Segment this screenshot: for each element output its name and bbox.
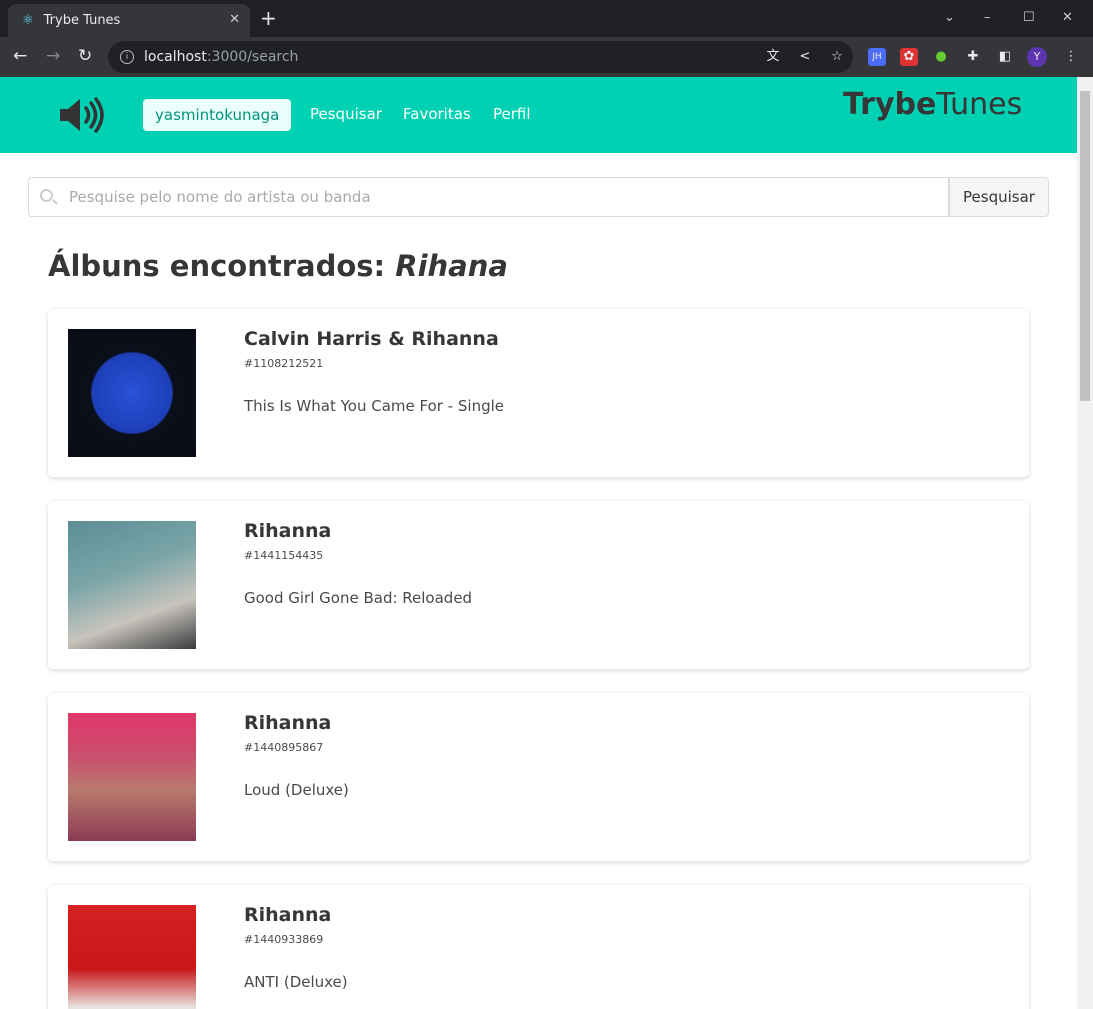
- album-id: #1108212521: [244, 357, 324, 370]
- album-id: #1440895867: [244, 741, 324, 754]
- album-title: Good Girl Gone Bad: Reloaded: [244, 589, 473, 607]
- album-id: #1440933869: [244, 933, 324, 946]
- scrollbar[interactable]: [1077, 77, 1093, 1009]
- search-button[interactable]: Pesquisar: [949, 177, 1049, 217]
- album-artist: Rihanna: [244, 520, 332, 542]
- close-tab-icon[interactable]: ✕: [229, 12, 240, 27]
- frog-extension-icon[interactable]: ●: [932, 48, 950, 66]
- browser-toolbar: ← → ↻ i localhost:3000/search 文 < ☆ JH ✿…: [0, 37, 1093, 77]
- results-heading: Álbuns encontrados: Rihana: [48, 249, 508, 283]
- search-query: Rihana: [395, 249, 508, 283]
- address-bar[interactable]: i localhost:3000/search 文 < ☆: [108, 41, 853, 73]
- maximize-icon[interactable]: ☐: [1023, 10, 1035, 25]
- minimize-icon[interactable]: –: [984, 10, 991, 25]
- reload-icon[interactable]: ↻: [78, 46, 92, 66]
- album-cover: [68, 905, 196, 1009]
- jh-extension-icon[interactable]: JH: [868, 48, 886, 66]
- nav-link-profile[interactable]: Perfil: [493, 105, 531, 123]
- page: yasmintokunaga Pesquisar Favoritas Perfi…: [0, 77, 1077, 1009]
- new-tab-icon[interactable]: +: [260, 6, 277, 30]
- react-icon: ⚛: [22, 13, 34, 28]
- logo-light: Tunes: [936, 87, 1023, 122]
- search-icon: [40, 189, 53, 202]
- bookmark-star-icon[interactable]: ☆: [828, 48, 846, 66]
- tab-search-icon[interactable]: ⌄: [944, 10, 955, 25]
- app-header: yasmintokunaga Pesquisar Favoritas Perfi…: [0, 77, 1077, 153]
- nav-link-favorites[interactable]: Favoritas: [403, 105, 471, 123]
- menu-kebab-icon[interactable]: ⋮: [1062, 48, 1080, 66]
- album-card[interactable]: Rihanna #1441154435 Good Girl Gone Bad: …: [48, 501, 1029, 669]
- album-card[interactable]: Rihanna #1440933869 ANTI (Deluxe): [48, 885, 1029, 1009]
- extensions-puzzle-icon[interactable]: ✚: [964, 48, 982, 66]
- album-title: ANTI (Deluxe): [244, 973, 348, 991]
- album-artist: Calvin Harris & Rihanna: [244, 328, 499, 350]
- forward-icon[interactable]: →: [46, 46, 60, 66]
- share-icon[interactable]: <: [796, 48, 814, 66]
- username-badge: yasmintokunaga: [143, 99, 292, 131]
- logo: TrybeTunes: [843, 87, 1022, 122]
- search-input[interactable]: Pesquise pelo nome do artista ou banda: [28, 177, 949, 217]
- heading-label: Álbuns encontrados:: [48, 249, 396, 283]
- nav-link-search[interactable]: Pesquisar: [310, 105, 382, 123]
- bug-extension-icon[interactable]: ✿: [900, 48, 918, 66]
- side-panel-icon[interactable]: ◧: [996, 48, 1014, 66]
- album-cover: [68, 713, 196, 841]
- album-card[interactable]: Rihanna #1440895867 Loud (Deluxe): [48, 693, 1029, 861]
- close-window-icon[interactable]: ✕: [1062, 10, 1073, 25]
- album-artist: Rihanna: [244, 712, 332, 734]
- album-id: #1441154435: [244, 549, 324, 562]
- url-host: localhost: [144, 49, 207, 65]
- logo-bold: Trybe: [843, 87, 937, 122]
- browser-tab[interactable]: ⚛ Trybe Tunes ✕: [8, 4, 250, 37]
- tab-title: Trybe Tunes: [43, 13, 121, 28]
- album-title: Loud (Deluxe): [244, 781, 349, 799]
- album-cover: [68, 521, 196, 649]
- album-card[interactable]: Calvin Harris & Rihanna #1108212521 This…: [48, 309, 1029, 477]
- album-cover: [68, 329, 196, 457]
- back-icon[interactable]: ←: [13, 46, 27, 66]
- search-placeholder: Pesquise pelo nome do artista ou banda: [69, 188, 371, 206]
- album-artist: Rihanna: [244, 904, 332, 926]
- browser-tab-bar: ⚛ Trybe Tunes ✕ + ⌄ – ☐ ✕: [0, 0, 1093, 37]
- translate-icon[interactable]: 文: [764, 48, 782, 66]
- info-icon[interactable]: i: [120, 50, 134, 64]
- scrollbar-thumb[interactable]: [1080, 91, 1090, 401]
- url-path: :3000/search: [206, 49, 299, 65]
- speaker-icon: [60, 97, 104, 133]
- album-title: This Is What You Came For - Single: [244, 397, 505, 415]
- profile-avatar[interactable]: Y: [1027, 47, 1047, 67]
